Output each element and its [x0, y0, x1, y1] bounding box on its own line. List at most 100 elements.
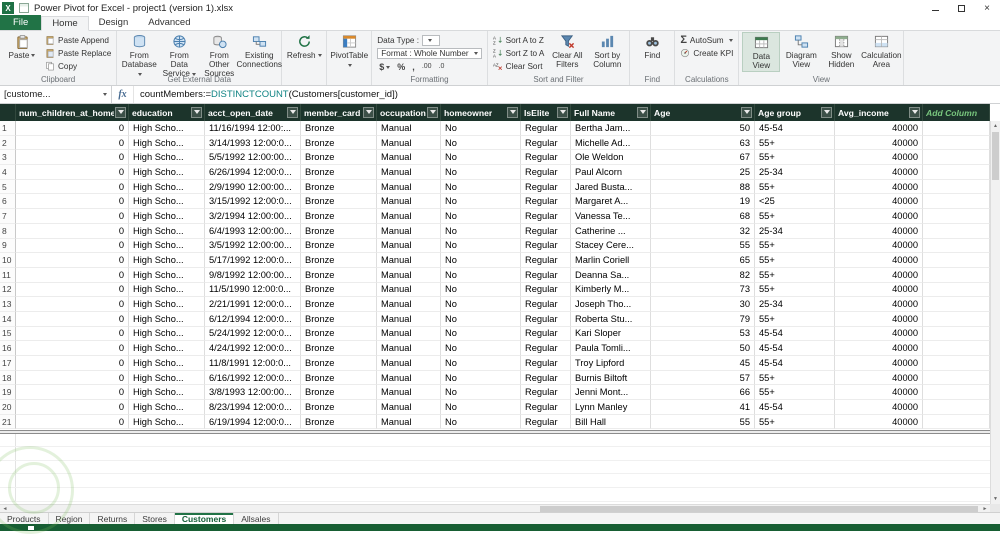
- row-number[interactable]: 16: [0, 341, 16, 356]
- cell[interactable]: 45-54: [755, 326, 835, 342]
- diagram-view-button[interactable]: Diagram View: [782, 32, 820, 72]
- filter-dropdown-icon[interactable]: [115, 107, 126, 118]
- cell[interactable]: Regular: [521, 341, 571, 356]
- cell[interactable]: No: [441, 223, 521, 239]
- cell[interactable]: 50: [651, 341, 755, 356]
- cell[interactable]: 40000: [835, 135, 923, 151]
- cell[interactable]: Jenni Mont...: [571, 385, 651, 401]
- currency-format-button[interactable]: $: [377, 62, 392, 72]
- filter-dropdown-icon[interactable]: [557, 107, 568, 118]
- cell[interactable]: No: [441, 194, 521, 210]
- cell[interactable]: 55: [651, 238, 755, 254]
- cell[interactable]: 6/4/1993 12:00:00...: [205, 223, 301, 239]
- cell[interactable]: 5/5/1992 12:00:00...: [205, 150, 301, 166]
- row-number[interactable]: 19: [0, 385, 16, 401]
- cell[interactable]: No: [441, 238, 521, 254]
- close-icon[interactable]: ×: [974, 0, 1000, 16]
- cell[interactable]: No: [441, 414, 521, 430]
- horizontal-scroll-thumb[interactable]: [540, 505, 978, 512]
- cell[interactable]: 0: [16, 238, 129, 254]
- cell[interactable]: [923, 150, 990, 166]
- cell[interactable]: Manual: [377, 297, 441, 312]
- cell[interactable]: High Scho...: [129, 297, 205, 312]
- cell[interactable]: 41: [651, 400, 755, 415]
- cell[interactable]: 40000: [835, 311, 923, 327]
- row-number[interactable]: 17: [0, 356, 16, 371]
- row-number[interactable]: 20: [0, 400, 16, 415]
- cell[interactable]: Regular: [521, 400, 571, 415]
- row-number[interactable]: 4: [0, 165, 16, 180]
- filter-dropdown-icon[interactable]: [191, 107, 202, 118]
- calculation-area[interactable]: [0, 433, 990, 504]
- cell[interactable]: 11/5/1990 12:00:0...: [205, 282, 301, 298]
- cell[interactable]: Manual: [377, 179, 441, 195]
- cell[interactable]: 6/12/1994 12:00:0...: [205, 311, 301, 327]
- cell[interactable]: Regular: [521, 150, 571, 166]
- cell[interactable]: Bronze: [301, 267, 377, 283]
- vertical-scrollbar[interactable]: ▲ ▼: [990, 121, 1000, 504]
- cell[interactable]: 53: [651, 326, 755, 342]
- cell[interactable]: Bronze: [301, 297, 377, 312]
- column-header-acct-open-date[interactable]: acct_open_date: [205, 104, 301, 121]
- data-view-button[interactable]: Data View: [742, 32, 781, 73]
- cell[interactable]: [923, 121, 990, 136]
- row-number[interactable]: 13: [0, 297, 16, 312]
- cell[interactable]: Regular: [521, 253, 571, 268]
- cell[interactable]: Kari Sloper: [571, 326, 651, 342]
- copy-button[interactable]: Copy: [43, 60, 113, 72]
- name-box[interactable]: [custome...: [0, 86, 112, 103]
- cell[interactable]: 45: [651, 356, 755, 371]
- cell[interactable]: 88: [651, 179, 755, 195]
- row-number[interactable]: 18: [0, 370, 16, 386]
- cell[interactable]: 40000: [835, 165, 923, 180]
- cell[interactable]: Regular: [521, 135, 571, 151]
- cell[interactable]: Manual: [377, 356, 441, 371]
- filter-dropdown-icon[interactable]: [821, 107, 832, 118]
- cell[interactable]: Manual: [377, 385, 441, 401]
- cell[interactable]: 2/21/1991 12:00:0...: [205, 297, 301, 312]
- cell[interactable]: 6/16/1992 12:00:0...: [205, 370, 301, 386]
- cell[interactable]: High Scho...: [129, 179, 205, 195]
- pivottable-button[interactable]: PivotTable: [330, 32, 368, 70]
- cell[interactable]: 55+: [755, 282, 835, 298]
- cell[interactable]: [923, 238, 990, 254]
- cell[interactable]: 55+: [755, 385, 835, 401]
- cell[interactable]: Regular: [521, 385, 571, 401]
- paste-button[interactable]: Paste: [3, 32, 41, 72]
- cell[interactable]: Burnis Biltoft: [571, 370, 651, 386]
- cell[interactable]: Regular: [521, 297, 571, 312]
- cell[interactable]: 40000: [835, 297, 923, 312]
- cell[interactable]: [923, 311, 990, 327]
- cell[interactable]: [923, 223, 990, 239]
- cell[interactable]: Regular: [521, 267, 571, 283]
- cell[interactable]: 57: [651, 370, 755, 386]
- cell[interactable]: Ole Weldon: [571, 150, 651, 166]
- cell[interactable]: 40000: [835, 400, 923, 415]
- row-number[interactable]: 8: [0, 223, 16, 239]
- cell[interactable]: No: [441, 297, 521, 312]
- cell[interactable]: 0: [16, 194, 129, 210]
- cell[interactable]: Bill Hall: [571, 414, 651, 430]
- column-header-num-children-at-home[interactable]: num_children_at_home: [16, 104, 129, 121]
- cell[interactable]: 25-34: [755, 223, 835, 239]
- cell[interactable]: [923, 267, 990, 283]
- format-dropdown[interactable]: Format : Whole Number: [377, 48, 482, 59]
- sheet-tab-returns[interactable]: Returns: [90, 513, 136, 524]
- cell[interactable]: No: [441, 253, 521, 268]
- cell[interactable]: High Scho...: [129, 370, 205, 386]
- horizontal-scrollbar[interactable]: ◄ ►: [0, 503, 990, 512]
- cell[interactable]: Kimberly M...: [571, 282, 651, 298]
- sheet-tab-allsales[interactable]: Allsales: [234, 513, 279, 524]
- cell[interactable]: 6/26/1994 12:00:0...: [205, 165, 301, 180]
- create-kpi-button[interactable]: Create KPI: [678, 47, 735, 59]
- cell[interactable]: [923, 356, 990, 371]
- paste-append-button[interactable]: Paste Append: [43, 34, 113, 46]
- cell[interactable]: Bertha Jam...: [571, 121, 651, 136]
- cell[interactable]: Jared Busta...: [571, 179, 651, 195]
- cell[interactable]: Marlin Coriell: [571, 253, 651, 268]
- sheet-tab-stores[interactable]: Stores: [135, 513, 175, 524]
- cell[interactable]: High Scho...: [129, 311, 205, 327]
- cell[interactable]: 82: [651, 267, 755, 283]
- column-header-homeowner[interactable]: homeowner: [441, 104, 521, 121]
- cell[interactable]: 0: [16, 150, 129, 166]
